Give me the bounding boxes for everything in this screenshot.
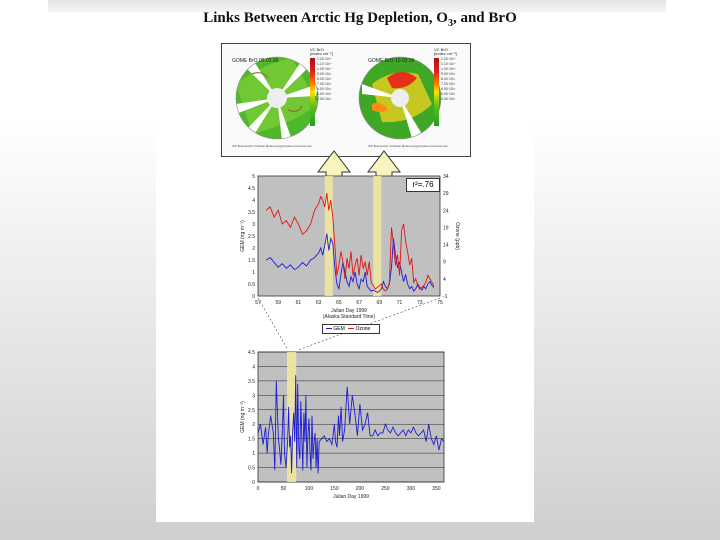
x-axis-label: Julian Day 1999 bbox=[333, 494, 369, 500]
polar-map-2 bbox=[359, 57, 441, 139]
y-tick-label: 1 bbox=[252, 451, 255, 457]
y2-tick-label: -1 bbox=[443, 294, 448, 300]
x-tick-label: 73 bbox=[417, 300, 423, 306]
y-tick-label: 4.5 bbox=[248, 186, 255, 192]
y-tick-label: 1.5 bbox=[248, 258, 255, 264]
y-tick-label: 0 bbox=[252, 480, 255, 486]
y2-tick-label: 34 bbox=[443, 174, 449, 180]
legend-ozone-label: Ozone bbox=[355, 326, 371, 332]
map-2-credit: IUP Bremen/ALI Institute Meteorology/phy… bbox=[368, 144, 448, 148]
x-tick-label: 250 bbox=[381, 486, 390, 492]
plot-area bbox=[257, 175, 441, 297]
x-tick-label: 63 bbox=[316, 300, 322, 306]
x-tick-label: 67 bbox=[356, 300, 362, 306]
highlight-band bbox=[373, 176, 382, 296]
x-tick-label: 75 bbox=[437, 300, 443, 306]
gem-ozone-chart: 00.511.522.533.544.5557 59 61 63 65 67 69 71 73 7… bbox=[240, 174, 460, 320]
slide-title: Links Between Arctic Hg Depletion, O3, a… bbox=[203, 10, 517, 29]
y-tick-label: 0.5 bbox=[248, 282, 255, 288]
map-1-credit: IUP Bremen/ALI Institute Meteorology/phy… bbox=[232, 144, 312, 148]
y-tick-label: 2 bbox=[252, 246, 255, 252]
legend-gem-label: GEM bbox=[333, 326, 345, 332]
y-tick-label: 3 bbox=[252, 222, 255, 228]
y2-tick-label: 19 bbox=[443, 225, 449, 231]
x-tick-label: 150 bbox=[330, 486, 339, 492]
gem-annual-chart: 0 0.5 1 1.5 2 2.5 3 3.5 4 4.5 0 50 100 150 200 250 300 35… bbox=[240, 350, 445, 500]
x-tick-label: 71 bbox=[397, 300, 403, 306]
map-2-vc-label: VC BrO [molec cm⁻²] bbox=[434, 47, 457, 56]
y2-tick-label: 24 bbox=[443, 208, 449, 214]
x-tick-label: 100 bbox=[305, 486, 314, 492]
y-axis-label: GEM (ng m⁻³) bbox=[240, 220, 246, 252]
map-1-colorbar-labels: 1.20·10¹⁴ 1.10·10¹⁴ 1.00·10¹⁴ 9.00·10¹³ 8.0… bbox=[317, 57, 332, 101]
map-1-vc-label: VC BrO [molec cm⁻²] bbox=[310, 47, 333, 56]
y-tick-label: 5 bbox=[252, 174, 255, 180]
x-tick-label: 59 bbox=[275, 300, 281, 306]
x-tick-label: 0 bbox=[257, 486, 260, 492]
y-tick-label: 2.5 bbox=[248, 408, 255, 414]
x-tick-label: 69 bbox=[377, 300, 383, 306]
map-1-colorbar bbox=[310, 58, 315, 126]
y2-tick-label: 29 bbox=[443, 191, 449, 197]
y-tick-label: 4.5 bbox=[248, 350, 255, 356]
y-tick-label: 3.5 bbox=[248, 210, 255, 216]
y-tick-label: 2.5 bbox=[248, 234, 255, 240]
y2-axis-label: Ozone (ppb) bbox=[454, 222, 460, 250]
y-tick-label: 3 bbox=[252, 393, 255, 399]
y-axis-label: GEM (ng m⁻³) bbox=[240, 401, 246, 433]
y-tick-label: 3.5 bbox=[248, 379, 255, 385]
x-tick-label: 200 bbox=[356, 486, 365, 492]
x-tick-label: 65 bbox=[336, 300, 342, 306]
map-2-colorbar-labels: 1.20·10¹⁴ 1.10·10¹⁴ 1.00·10¹⁴ 9.00·10¹³ 8.0… bbox=[441, 57, 456, 101]
x-tick-label: 350 bbox=[432, 486, 441, 492]
legend-ozone-swatch bbox=[348, 328, 355, 330]
legend-gem-swatch bbox=[326, 328, 332, 330]
map-2-label: GOME BrO 10.03.99 bbox=[368, 58, 415, 64]
r-squared-annotation: r²=.76 bbox=[406, 178, 440, 192]
y-tick-label: 2 bbox=[252, 422, 255, 428]
x-axis-label-2: (Alaska Standard Time) bbox=[323, 314, 376, 320]
y2-tick-label: 4 bbox=[443, 277, 446, 283]
bro-maps-panel: GOME BrO 05.03.99 VC BrO [molec cm⁻²] 1.2… bbox=[221, 43, 471, 157]
map-1-label: GOME BrO 05.03.99 bbox=[232, 58, 279, 64]
x-tick-label: 61 bbox=[296, 300, 302, 306]
x-tick-label: 300 bbox=[407, 486, 416, 492]
y-tick-label: 1 bbox=[252, 270, 255, 276]
y-tick-label: 0.5 bbox=[248, 466, 255, 472]
chart1-legend: GEM Ozone bbox=[322, 324, 380, 334]
y2-tick-label: 9 bbox=[443, 260, 446, 266]
x-tick-label: 57 bbox=[255, 300, 261, 306]
y-tick-label: 4 bbox=[252, 364, 255, 370]
map-2-colorbar bbox=[434, 58, 439, 126]
x-tick-label: 50 bbox=[281, 486, 287, 492]
y-tick-label: 4 bbox=[252, 198, 255, 204]
y-tick-label: 1.5 bbox=[248, 437, 255, 443]
y2-tick-label: 14 bbox=[443, 243, 449, 249]
